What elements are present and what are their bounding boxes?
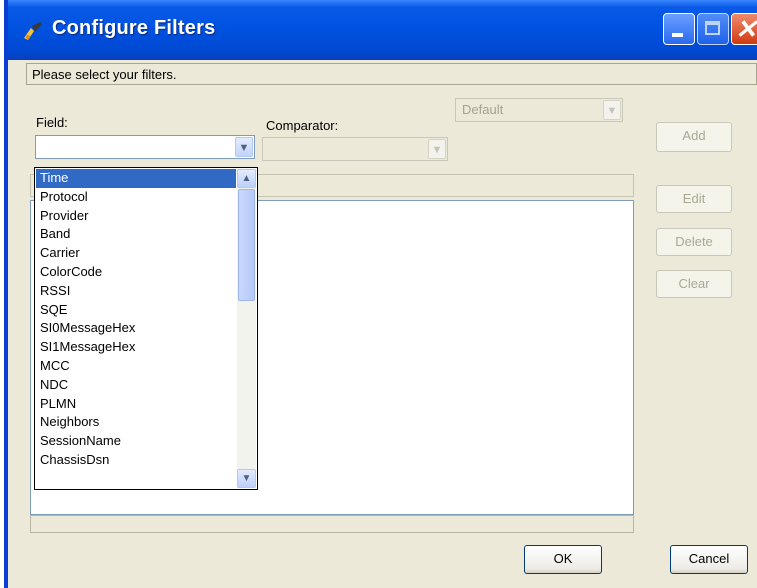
maximize-icon — [705, 21, 720, 35]
filter-list-status — [30, 515, 634, 533]
field-option-protocol[interactable]: Protocol — [36, 188, 236, 207]
edit-button[interactable]: Edit — [656, 185, 732, 213]
ok-button[interactable]: OK — [524, 545, 602, 574]
field-option-provider[interactable]: Provider — [36, 207, 236, 226]
chevron-up-icon[interactable]: ▲ — [237, 169, 256, 188]
field-option-sqe[interactable]: SQE — [36, 301, 236, 320]
comparator-label: Comparator: — [266, 118, 339, 133]
field-dropdown-list[interactable]: Time Protocol Provider Band Carrier ColorCode… — [34, 167, 258, 490]
dropdown-scrollbar[interactable]: ▲ ▼ — [237, 169, 256, 488]
chevron-down-icon[interactable]: ▼ — [235, 137, 253, 157]
add-button[interactable]: Add — [656, 122, 732, 152]
field-option-colorcode[interactable]: ColorCode — [36, 263, 236, 282]
instruction-text: Please select your filters. — [26, 63, 757, 85]
minimize-button[interactable] — [663, 13, 695, 45]
close-button[interactable]: ✕ — [731, 13, 757, 45]
chevron-down-icon[interactable]: ▼ — [603, 100, 621, 120]
comparator-select[interactable]: ▼ — [262, 137, 448, 161]
field-option-si1messagehex[interactable]: SI1MessageHex — [36, 338, 236, 357]
field-option-time[interactable]: Time — [36, 169, 236, 188]
field-option-chassisdsn[interactable]: ChassisDsn — [36, 451, 236, 470]
field-label: Field: — [36, 115, 68, 130]
maximize-button[interactable] — [697, 13, 729, 45]
default-select-value: Default — [462, 102, 504, 117]
chevron-down-icon[interactable]: ▼ — [237, 469, 256, 488]
field-select[interactable]: ▼ — [35, 135, 255, 159]
clear-button[interactable]: Clear — [656, 270, 732, 298]
close-icon: ✕ — [735, 14, 757, 44]
field-option-si0messagehex[interactable]: SI0MessageHex — [36, 319, 236, 338]
chevron-down-icon[interactable]: ▼ — [428, 139, 446, 159]
scrollbar-thumb[interactable] — [238, 189, 255, 301]
field-options: Time Protocol Provider Band Carrier ColorCode… — [36, 169, 236, 470]
minimize-icon — [672, 33, 683, 37]
delete-button[interactable]: Delete — [656, 228, 732, 256]
configure-filters-window: Configure Filters ✕ Please select your f… — [4, 0, 757, 588]
field-option-plmn[interactable]: PLMN — [36, 395, 236, 414]
field-option-ndc[interactable]: NDC — [36, 376, 236, 395]
field-option-carrier[interactable]: Carrier — [36, 244, 236, 263]
title-bar[interactable]: Configure Filters ✕ — [8, 0, 757, 60]
field-option-sessionname[interactable]: SessionName — [36, 432, 236, 451]
cancel-button[interactable]: Cancel — [670, 545, 748, 574]
filter-tool-icon — [22, 20, 44, 42]
field-option-band[interactable]: Band — [36, 225, 236, 244]
window-title: Configure Filters — [52, 17, 216, 39]
field-option-mcc[interactable]: MCC — [36, 357, 236, 376]
default-select[interactable]: Default ▼ — [455, 98, 623, 122]
field-option-rssi[interactable]: RSSI — [36, 282, 236, 301]
field-option-neighbors[interactable]: Neighbors — [36, 413, 236, 432]
